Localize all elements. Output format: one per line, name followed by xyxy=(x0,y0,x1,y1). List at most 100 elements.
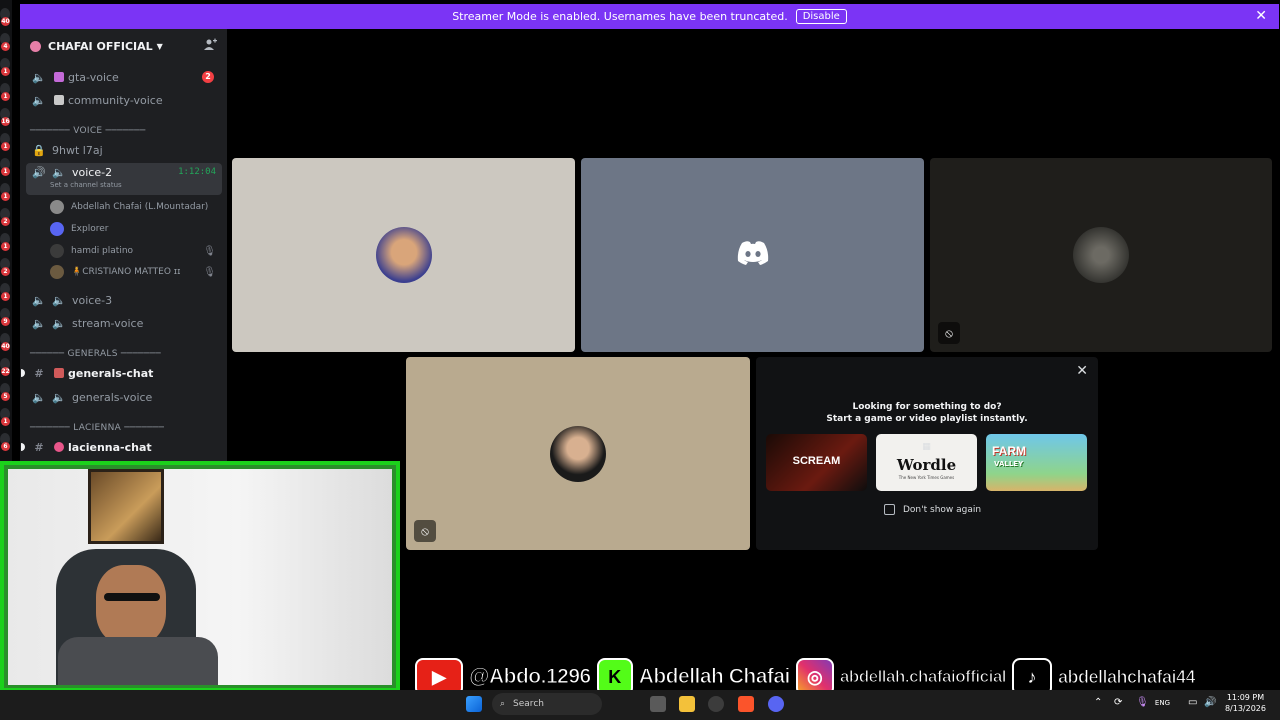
server-mention-badge: 1 xyxy=(1,67,10,76)
avatar xyxy=(50,200,64,214)
kick-handle: Abdellah Chafai xyxy=(638,665,791,689)
file-explorer-icon[interactable] xyxy=(679,696,695,712)
server-mention-badge: 40 xyxy=(1,17,10,26)
server-mention-badge: 1 xyxy=(1,192,10,201)
task-view-icon[interactable] xyxy=(650,696,666,712)
server-mention-badge: 1 xyxy=(1,292,10,301)
channel-generals-chat[interactable]: # generals-chat xyxy=(21,362,222,384)
mic-muted-icon: 🎙 xyxy=(203,266,216,278)
participant-tile[interactable]: ⦸ xyxy=(930,158,1272,352)
banner-message: Streamer Mode is enabled. Usernames have… xyxy=(452,10,788,23)
server-mention-badge: 1 xyxy=(1,92,10,101)
voice-user[interactable]: Explorer xyxy=(50,219,222,239)
channel-status-prompt[interactable]: Set a channel status xyxy=(50,181,122,189)
checkbox[interactable] xyxy=(884,504,895,515)
voice-user-name: Abdellah Chafai (L.Mountadar) xyxy=(71,202,209,212)
voice-user[interactable]: Abdellah Chafai (L.Mountadar) xyxy=(50,197,222,217)
speaker-icon: 🔈 xyxy=(32,93,46,107)
volume-icon[interactable]: 🔊 xyxy=(1204,697,1216,708)
server-mention-badge: 1 xyxy=(1,242,10,251)
channel-name: generals-voice xyxy=(72,390,153,404)
lion-painting xyxy=(88,469,164,544)
clock[interactable]: 11:09 PM 8/13/2026 xyxy=(1225,692,1266,714)
category-lacienna[interactable]: ─────── LACIENNA ─────── xyxy=(30,423,164,433)
channel-stream-voice[interactable]: 🔈 🔈 stream-voice xyxy=(26,312,222,334)
participant-tile[interactable]: ⦸ xyxy=(406,357,750,550)
avatar xyxy=(1073,227,1129,283)
channel-name: generals-chat xyxy=(68,366,154,380)
activity-card-subtitle: The New York Times Games xyxy=(898,475,955,480)
category-voice[interactable]: ─────── VOICE ─────── xyxy=(30,126,146,136)
activity-card-title: Wordle xyxy=(896,456,957,474)
windows-taskbar: ⌕ Search ⌃ ⟳ 🎙 ENG ▭ 🔊 11:09 PM 8/13/202… xyxy=(0,690,1280,720)
language-indicator[interactable]: ENG xyxy=(1155,699,1170,707)
streamer-shirt xyxy=(58,637,218,685)
server-icon xyxy=(30,40,41,52)
voice-user[interactable]: hamdi platino 🎙 xyxy=(50,241,222,261)
streamer xyxy=(96,565,166,645)
voice-user[interactable]: 🧍CRISTIANO MATTEO ɪɪ 🎙 xyxy=(50,262,222,282)
instagram-handle: abdellah.chafaiofficial xyxy=(839,667,1007,687)
activity-card-farm-valley[interactable]: FARM VALLEY xyxy=(986,434,1087,491)
activity-title-line: Looking for something to do? xyxy=(852,402,1002,412)
call-timer: 1:12:04 xyxy=(178,167,216,177)
server-mention-badge: 22 xyxy=(1,367,10,376)
category-generals[interactable]: ────── GENERALS ─────── xyxy=(30,349,161,359)
server-mention-badge: 1 xyxy=(1,417,10,426)
activity-card-subtitle: VALLEY xyxy=(994,460,1024,468)
channel-generals-voice[interactable]: 🔈 🔈 generals-voice xyxy=(26,386,222,408)
activity-title: Looking for something to do? Start a gam… xyxy=(756,401,1098,425)
discord-logo-icon xyxy=(736,240,770,270)
microphone-icon[interactable]: 🎙 xyxy=(1136,697,1149,708)
dont-show-again-checkbox[interactable]: Don't show again xyxy=(884,504,981,515)
webcam-overlay xyxy=(0,461,400,692)
steam-icon[interactable] xyxy=(708,696,724,712)
taskbar-search[interactable]: ⌕ Search xyxy=(492,693,602,715)
disable-streamer-mode-button[interactable]: Disable xyxy=(795,9,847,24)
close-icon[interactable]: ✕ xyxy=(1255,8,1267,24)
monitor-icon[interactable]: ▭ xyxy=(1188,697,1197,708)
unread-indicator xyxy=(21,369,25,377)
participant-tile[interactable] xyxy=(232,158,575,352)
speaker-icon: 🔈 xyxy=(52,316,66,330)
channel-community-voice[interactable]: 🔈 community-voice xyxy=(26,89,222,111)
mention-badge: 2 xyxy=(202,71,214,83)
voice-user-name: 🧍CRISTIANO MATTEO ɪɪ xyxy=(71,267,181,277)
channel-sidebar: CHAFAI OFFICIAL ▼ 🔈 gta-voice 2 🔈 commun… xyxy=(20,29,227,465)
gun-emoji-icon xyxy=(54,368,64,378)
channel-voice-2[interactable]: 🔊 🔈 voice-2 1:12:04 Set a channel status xyxy=(26,163,222,195)
discord-icon[interactable] xyxy=(768,696,784,712)
date: 8/13/2026 xyxy=(1224,704,1266,713)
channel-lacienna-chat[interactable]: # lacienna-chat xyxy=(21,436,222,458)
server-name: CHAFAI OFFICIAL xyxy=(48,39,153,53)
server-header[interactable]: CHAFAI OFFICIAL ▼ xyxy=(20,29,227,63)
avatar xyxy=(550,425,606,482)
channel-gta-voice[interactable]: 🔈 gta-voice 2 xyxy=(26,66,222,88)
sunglasses xyxy=(104,593,160,601)
invite-people-icon[interactable] xyxy=(203,38,219,54)
server-mention-badge: 2 xyxy=(1,217,10,226)
brave-icon[interactable] xyxy=(738,696,754,712)
network-icon[interactable]: ⟳ xyxy=(1114,697,1122,708)
close-icon[interactable]: ✕ xyxy=(1076,363,1088,379)
channel-voice-3[interactable]: 🔈 🔈 voice-3 xyxy=(26,289,222,311)
server-mention-badge: 2 xyxy=(1,267,10,276)
server-mention-badge: 1 xyxy=(1,167,10,176)
speaker-icon: 🔈 xyxy=(32,70,46,84)
activity-card-wordle[interactable]: ▦ Wordle The New York Times Games xyxy=(876,434,977,491)
activity-card-scream[interactable]: SCREAM xyxy=(766,434,867,491)
chevron-up-icon[interactable]: ⌃ xyxy=(1094,697,1102,708)
mic-muted-icon: ⦸ xyxy=(938,322,960,344)
server-mention-badge: 16 xyxy=(1,117,10,126)
voice-user-name: hamdi platino xyxy=(71,246,134,256)
car-emoji-icon xyxy=(54,72,64,82)
channel-name: voice-2 xyxy=(72,166,113,179)
windows-start-icon[interactable] xyxy=(466,696,482,712)
streamer-mode-banner: Streamer Mode is enabled. Usernames have… xyxy=(20,4,1279,29)
speaker-icon: 🔈 xyxy=(32,293,46,307)
speaker-icon: 🔈 xyxy=(52,293,66,307)
channel-9hwt-l7aj[interactable]: 🔒 9hwt l7aj xyxy=(26,139,222,161)
chevron-down-icon: ▼ xyxy=(156,41,163,51)
channel-name: gta-voice xyxy=(68,70,119,84)
participant-tile[interactable] xyxy=(581,158,924,352)
